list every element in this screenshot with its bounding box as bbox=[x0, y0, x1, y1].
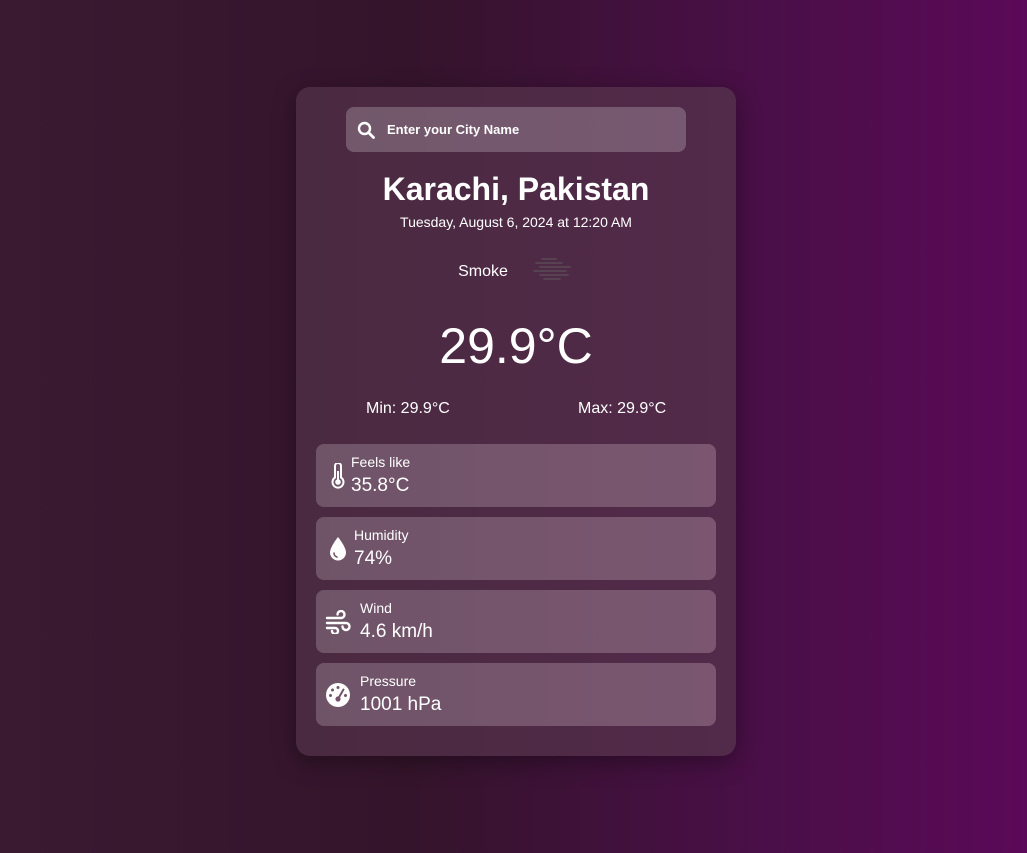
min-temperature: Min: 29.9°C bbox=[366, 400, 450, 417]
stat-value: 4.6 km/h bbox=[360, 621, 433, 642]
stat-humidity: Humidity 74% bbox=[316, 517, 716, 580]
stat-value: 35.8°C bbox=[351, 475, 410, 496]
smoke-haze-icon bbox=[532, 255, 574, 288]
stat-label: Wind bbox=[360, 600, 392, 616]
stat-label: Feels like bbox=[351, 454, 411, 470]
city-search-input[interactable] bbox=[387, 122, 667, 137]
current-temperature: 29.9°C bbox=[439, 318, 593, 374]
stat-feels-like: Feels like 35.8°C bbox=[316, 444, 716, 507]
stat-value: 1001 hPa bbox=[360, 694, 442, 715]
stat-pressure: Pressure 1001 hPa bbox=[316, 663, 716, 726]
city-title: Karachi, Pakistan bbox=[382, 171, 650, 207]
water-drop-icon bbox=[324, 535, 352, 563]
gauge-icon bbox=[324, 681, 352, 709]
max-temperature: Max: 29.9°C bbox=[578, 400, 667, 417]
stat-label: Pressure bbox=[360, 673, 417, 689]
search-bar[interactable] bbox=[346, 107, 686, 152]
stat-label: Humidity bbox=[354, 527, 409, 543]
thermometer-icon bbox=[324, 462, 352, 490]
date-time: Tuesday, August 6, 2024 at 12:20 AM bbox=[400, 214, 632, 230]
condition-label: Smoke bbox=[458, 262, 508, 280]
wind-icon bbox=[324, 608, 352, 636]
stat-value: 74% bbox=[354, 548, 393, 569]
search-icon[interactable] bbox=[356, 120, 376, 140]
weather-card: Karachi, Pakistan Tuesday, August 6, 202… bbox=[296, 87, 736, 756]
stat-wind: Wind 4.6 km/h bbox=[316, 590, 716, 653]
weather-condition: Smoke bbox=[296, 255, 736, 288]
